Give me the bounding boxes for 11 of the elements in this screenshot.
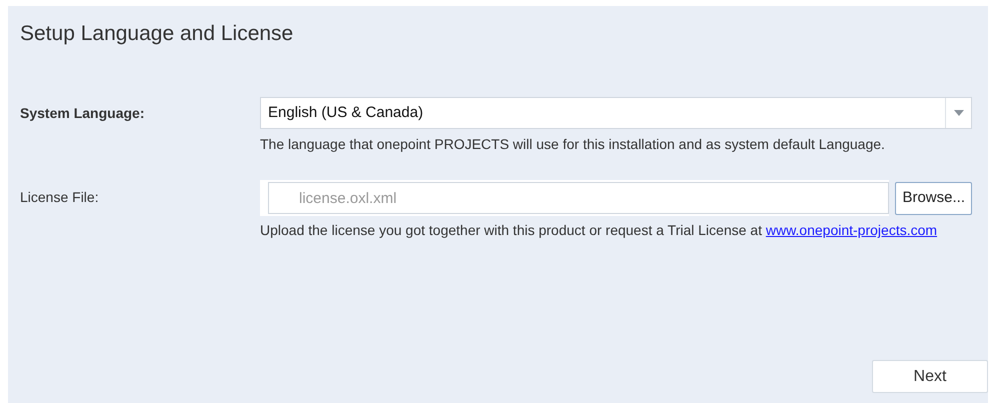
caret-down-icon <box>954 110 964 116</box>
next-button[interactable]: Next <box>872 360 988 393</box>
language-select[interactable]: English (US & Canada) <box>260 97 972 129</box>
license-file-field[interactable]: license.oxl.xml <box>268 182 890 214</box>
field-label: License File: <box>20 188 100 207</box>
page-title: Setup Language and License <box>20 21 294 47</box>
website-link[interactable]: www.onepoint-projects.com <box>766 222 938 238</box>
license-help-text: Upload the license you got together with this product or request a Trial License at www.onepoint-projects.com <box>260 221 938 240</box>
browse-button[interactable]: Browse... <box>895 182 972 214</box>
field-label: System Language: <box>20 104 146 123</box>
language-help-text: The language that onepoint PROJECTS will use for this installation and as system default Language. <box>260 135 886 154</box>
